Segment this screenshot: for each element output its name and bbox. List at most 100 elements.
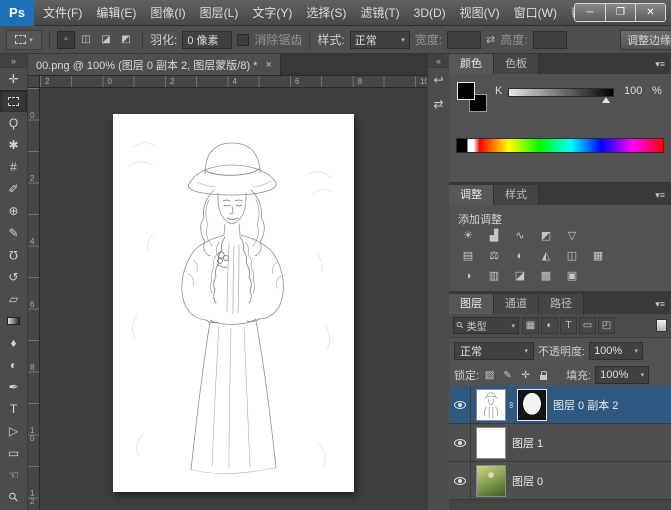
gradient-tool[interactable] <box>0 310 27 332</box>
filter-smart-objects-button[interactable]: ◰ <box>598 317 615 334</box>
rectangle-shape-tool[interactable]: ▭ <box>0 442 27 464</box>
clone-stamp-tool[interactable]: Ω <box>0 244 27 266</box>
history-panel-icon[interactable]: ↩ <box>428 68 449 92</box>
threshold-icon[interactable]: ◪ <box>509 267 531 284</box>
hand-tool[interactable]: ☜ <box>0 464 27 486</box>
panel-menu-icon[interactable]: ▾≡ <box>649 54 671 74</box>
tab-styles[interactable]: 样式 <box>494 185 539 205</box>
maximize-button[interactable]: ❐ <box>605 4 635 21</box>
eraser-tool[interactable]: ▱ <box>0 288 27 310</box>
curves-icon[interactable]: ∿ <box>509 227 531 244</box>
sketch-artwork[interactable] <box>113 114 354 492</box>
layer-row-0[interactable]: 图层 0 <box>449 462 671 500</box>
lock-image-pixels-button[interactable]: ✎ <box>501 368 514 383</box>
brush-tool[interactable]: ✎ <box>0 222 27 244</box>
selective-color-icon[interactable]: ▣ <box>561 267 583 284</box>
lock-position-button[interactable]: ✛ <box>519 368 532 383</box>
k-slider[interactable] <box>508 88 614 97</box>
quick-selection-tool[interactable]: ✱ <box>0 134 27 156</box>
lasso-tool[interactable]: Ϙ <box>0 112 27 134</box>
close-button[interactable]: ✕ <box>635 4 665 21</box>
filter-adjustment-layers-button[interactable]: ◐ <box>541 317 558 334</box>
filter-type-layers-button[interactable]: T <box>560 317 577 334</box>
type-tool-tool[interactable]: T <box>0 398 27 420</box>
toolbox-collapse-button[interactable]: » <box>0 54 27 68</box>
feather-input[interactable]: 0 像素 <box>182 31 232 49</box>
expand-panels-button[interactable]: « <box>428 54 449 68</box>
opacity-select[interactable]: 100% ▾ <box>589 342 643 360</box>
zoom-tool[interactable]: ⚲ <box>0 486 27 508</box>
document-tab[interactable]: 00.png @ 100% (图层 0 副本 2, 图层蒙版/8) * × <box>28 54 281 75</box>
layer-filter-kind-select[interactable]: ⚲ 类型 ▾ <box>453 317 519 334</box>
layer-row-1[interactable]: 图层 1 <box>449 424 671 462</box>
spot-healing-brush-tool[interactable]: ⊕ <box>0 200 27 222</box>
menu-item-type[interactable]: 文字(Y) <box>245 0 299 26</box>
refine-edge-button[interactable]: 调整边缘 <box>620 30 671 50</box>
swap-dimensions-icon[interactable]: ⇄ <box>486 33 495 46</box>
menu-item-select[interactable]: 选择(S) <box>299 0 353 26</box>
lock-all-button[interactable] <box>537 368 550 383</box>
layer-row-copy2[interactable]: ∞ 图层 0 副本 2 <box>449 386 671 424</box>
menu-item-layer[interactable]: 图层(L) <box>193 0 246 26</box>
panel-menu-icon[interactable]: ▾≡ <box>649 185 671 205</box>
width-input[interactable] <box>447 31 481 49</box>
canvas[interactable] <box>40 88 427 510</box>
antialias-checkbox[interactable] <box>237 34 249 46</box>
filter-pixel-layers-button[interactable]: ▦ <box>522 317 539 334</box>
move-tool[interactable]: ✛ <box>0 68 27 90</box>
brightness-contrast-icon[interactable]: ☀ <box>457 227 479 244</box>
add-to-selection-button[interactable]: ◫ <box>77 31 95 49</box>
crop-tool[interactable]: # <box>0 156 27 178</box>
k-value[interactable]: 100 <box>624 85 642 97</box>
fill-select[interactable]: 100% ▾ <box>595 366 649 384</box>
menu-item-view[interactable]: 视图(V) <box>453 0 507 26</box>
vibrance-icon[interactable]: ▽ <box>561 227 583 244</box>
subtract-from-selection-button[interactable]: ◪ <box>97 31 115 49</box>
new-selection-button[interactable]: ▫ <box>57 31 75 49</box>
lock-transparent-pixels-button[interactable]: ▨ <box>483 368 496 383</box>
panel-menu-icon[interactable]: ▾≡ <box>649 294 671 314</box>
filter-shape-layers-button[interactable]: ▭ <box>579 317 596 334</box>
tool-preset-picker[interactable]: ▾ <box>6 30 42 50</box>
exposure-icon[interactable]: ◩ <box>535 227 557 244</box>
dodge-tool[interactable]: ◐ <box>0 354 27 376</box>
mask-link-icon[interactable]: ∞ <box>507 399 517 410</box>
properties-panel-icon[interactable]: ⇄ <box>428 92 449 116</box>
vertical-ruler[interactable]: 024681 01 2 <box>28 88 40 510</box>
layer-mask-thumbnail[interactable] <box>517 389 547 421</box>
tab-swatches[interactable]: 色板 <box>494 54 539 74</box>
minimize-button[interactable]: ─ <box>575 4 605 21</box>
levels-icon[interactable]: ▟ <box>483 227 505 244</box>
menu-item-edit[interactable]: 编辑(E) <box>89 0 143 26</box>
layer-thumbnail[interactable] <box>476 389 506 421</box>
tab-color[interactable]: 颜色 <box>449 54 494 74</box>
layer-thumbnail[interactable] <box>476 427 506 459</box>
visibility-toggle[interactable] <box>449 462 471 499</box>
invert-icon[interactable]: ◑ <box>457 267 479 284</box>
blur-tool[interactable]: ♦ <box>0 332 27 354</box>
menu-item-filter[interactable]: 滤镜(T) <box>353 0 406 26</box>
intersect-selection-button[interactable]: ◩ <box>117 31 135 49</box>
rectangular-marquee-tool[interactable] <box>0 90 27 112</box>
tab-paths[interactable]: 路径 <box>539 294 584 314</box>
eyedropper-tool[interactable]: ✐ <box>0 178 27 200</box>
visibility-toggle[interactable] <box>449 424 471 461</box>
path-selection-tool[interactable]: ▷ <box>0 420 27 442</box>
menu-item-window[interactable]: 窗口(W) <box>507 0 564 26</box>
tab-adjustments[interactable]: 调整 <box>449 185 494 205</box>
channel-mixer-icon[interactable]: ◫ <box>561 247 583 264</box>
gradient-map-icon[interactable]: ▩ <box>535 267 557 284</box>
foreground-color-swatch[interactable] <box>457 82 475 100</box>
menu-item-3d[interactable]: 3D(D) <box>407 0 453 26</box>
color-spectrum-ramp[interactable] <box>456 138 664 153</box>
pen-tool[interactable]: ✒ <box>0 376 27 398</box>
hue-saturation-icon[interactable]: ▤ <box>457 247 479 264</box>
posterize-icon[interactable]: ▥ <box>483 267 505 284</box>
color-balance-icon[interactable]: ⚖ <box>483 247 505 264</box>
tab-channels[interactable]: 通道 <box>494 294 539 314</box>
history-brush-tool[interactable]: ↺ <box>0 266 27 288</box>
tab-layers[interactable]: 图层 <box>449 294 494 314</box>
style-select[interactable]: 正常 ▾ <box>350 31 410 49</box>
visibility-toggle[interactable] <box>449 386 471 423</box>
k-slider-handle[interactable] <box>602 97 610 103</box>
